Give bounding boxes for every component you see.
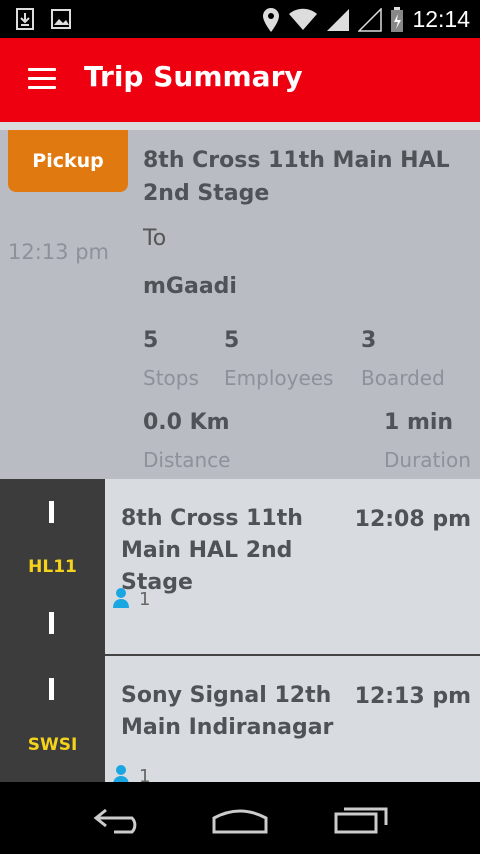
boarded-label: Boarded	[361, 366, 445, 390]
stop-time: 12:08 pm	[354, 507, 471, 532]
pickup-badge: Pickup	[8, 130, 128, 192]
road-dash	[49, 501, 54, 523]
stop-name: Sony Signal 12th Main Indiranagar	[121, 683, 334, 740]
trip-time: 12:13 pm	[8, 240, 109, 264]
stop-code: HL11	[28, 557, 77, 577]
employee-count: 1	[139, 589, 151, 610]
back-icon[interactable]	[90, 804, 150, 834]
home-icon[interactable]	[210, 804, 270, 834]
download-icon	[16, 8, 34, 30]
duration-label: Duration	[384, 448, 471, 472]
signal-icon	[327, 8, 350, 31]
stops-label: Stops	[143, 366, 199, 390]
to-label: To	[143, 226, 167, 251]
card-top-border	[0, 122, 480, 130]
road-dash	[49, 612, 54, 634]
stops-value: 5	[143, 328, 159, 353]
navigation-bar	[0, 782, 480, 854]
road-strip: HL11	[0, 479, 105, 656]
wifi-icon	[289, 8, 318, 30]
distance-value: 0.0 Km	[143, 410, 230, 435]
location-icon	[263, 7, 280, 32]
status-bar: 12:14	[0, 0, 480, 38]
signal-empty-icon	[358, 7, 383, 32]
road-dash	[49, 678, 54, 700]
stop-code: SWSI	[27, 735, 78, 755]
pickup-address: 8th Cross 11th Main HAL 2nd Stage	[143, 148, 450, 206]
hamburger-menu-icon[interactable]	[28, 68, 56, 90]
distance-label: Distance	[143, 448, 231, 472]
recent-apps-icon[interactable]	[332, 804, 392, 834]
person-icon	[113, 588, 129, 608]
stop-name: 8th Cross 11th Main HAL 2nd Stage	[121, 506, 303, 595]
boarded-value: 3	[361, 328, 377, 353]
trip-summary-card: Pickup 12:13 pm 8th Cross 11th Main HAL …	[0, 122, 480, 479]
image-icon	[51, 9, 71, 29]
clock: 12:14	[412, 6, 470, 32]
employees-label: Employees	[224, 366, 334, 390]
app-bar: Trip Summary	[0, 38, 480, 122]
duration-value: 1 min	[384, 410, 454, 435]
battery-icon	[391, 6, 404, 32]
stop-time: 12:13 pm	[354, 684, 471, 709]
destination: mGaadi	[143, 274, 237, 299]
stop-item-hl11[interactable]: HL11 8th Cross 11th Main HAL 2nd Stage 1…	[0, 479, 480, 656]
page-title: Trip Summary	[84, 60, 303, 93]
employees-value: 5	[224, 328, 240, 353]
